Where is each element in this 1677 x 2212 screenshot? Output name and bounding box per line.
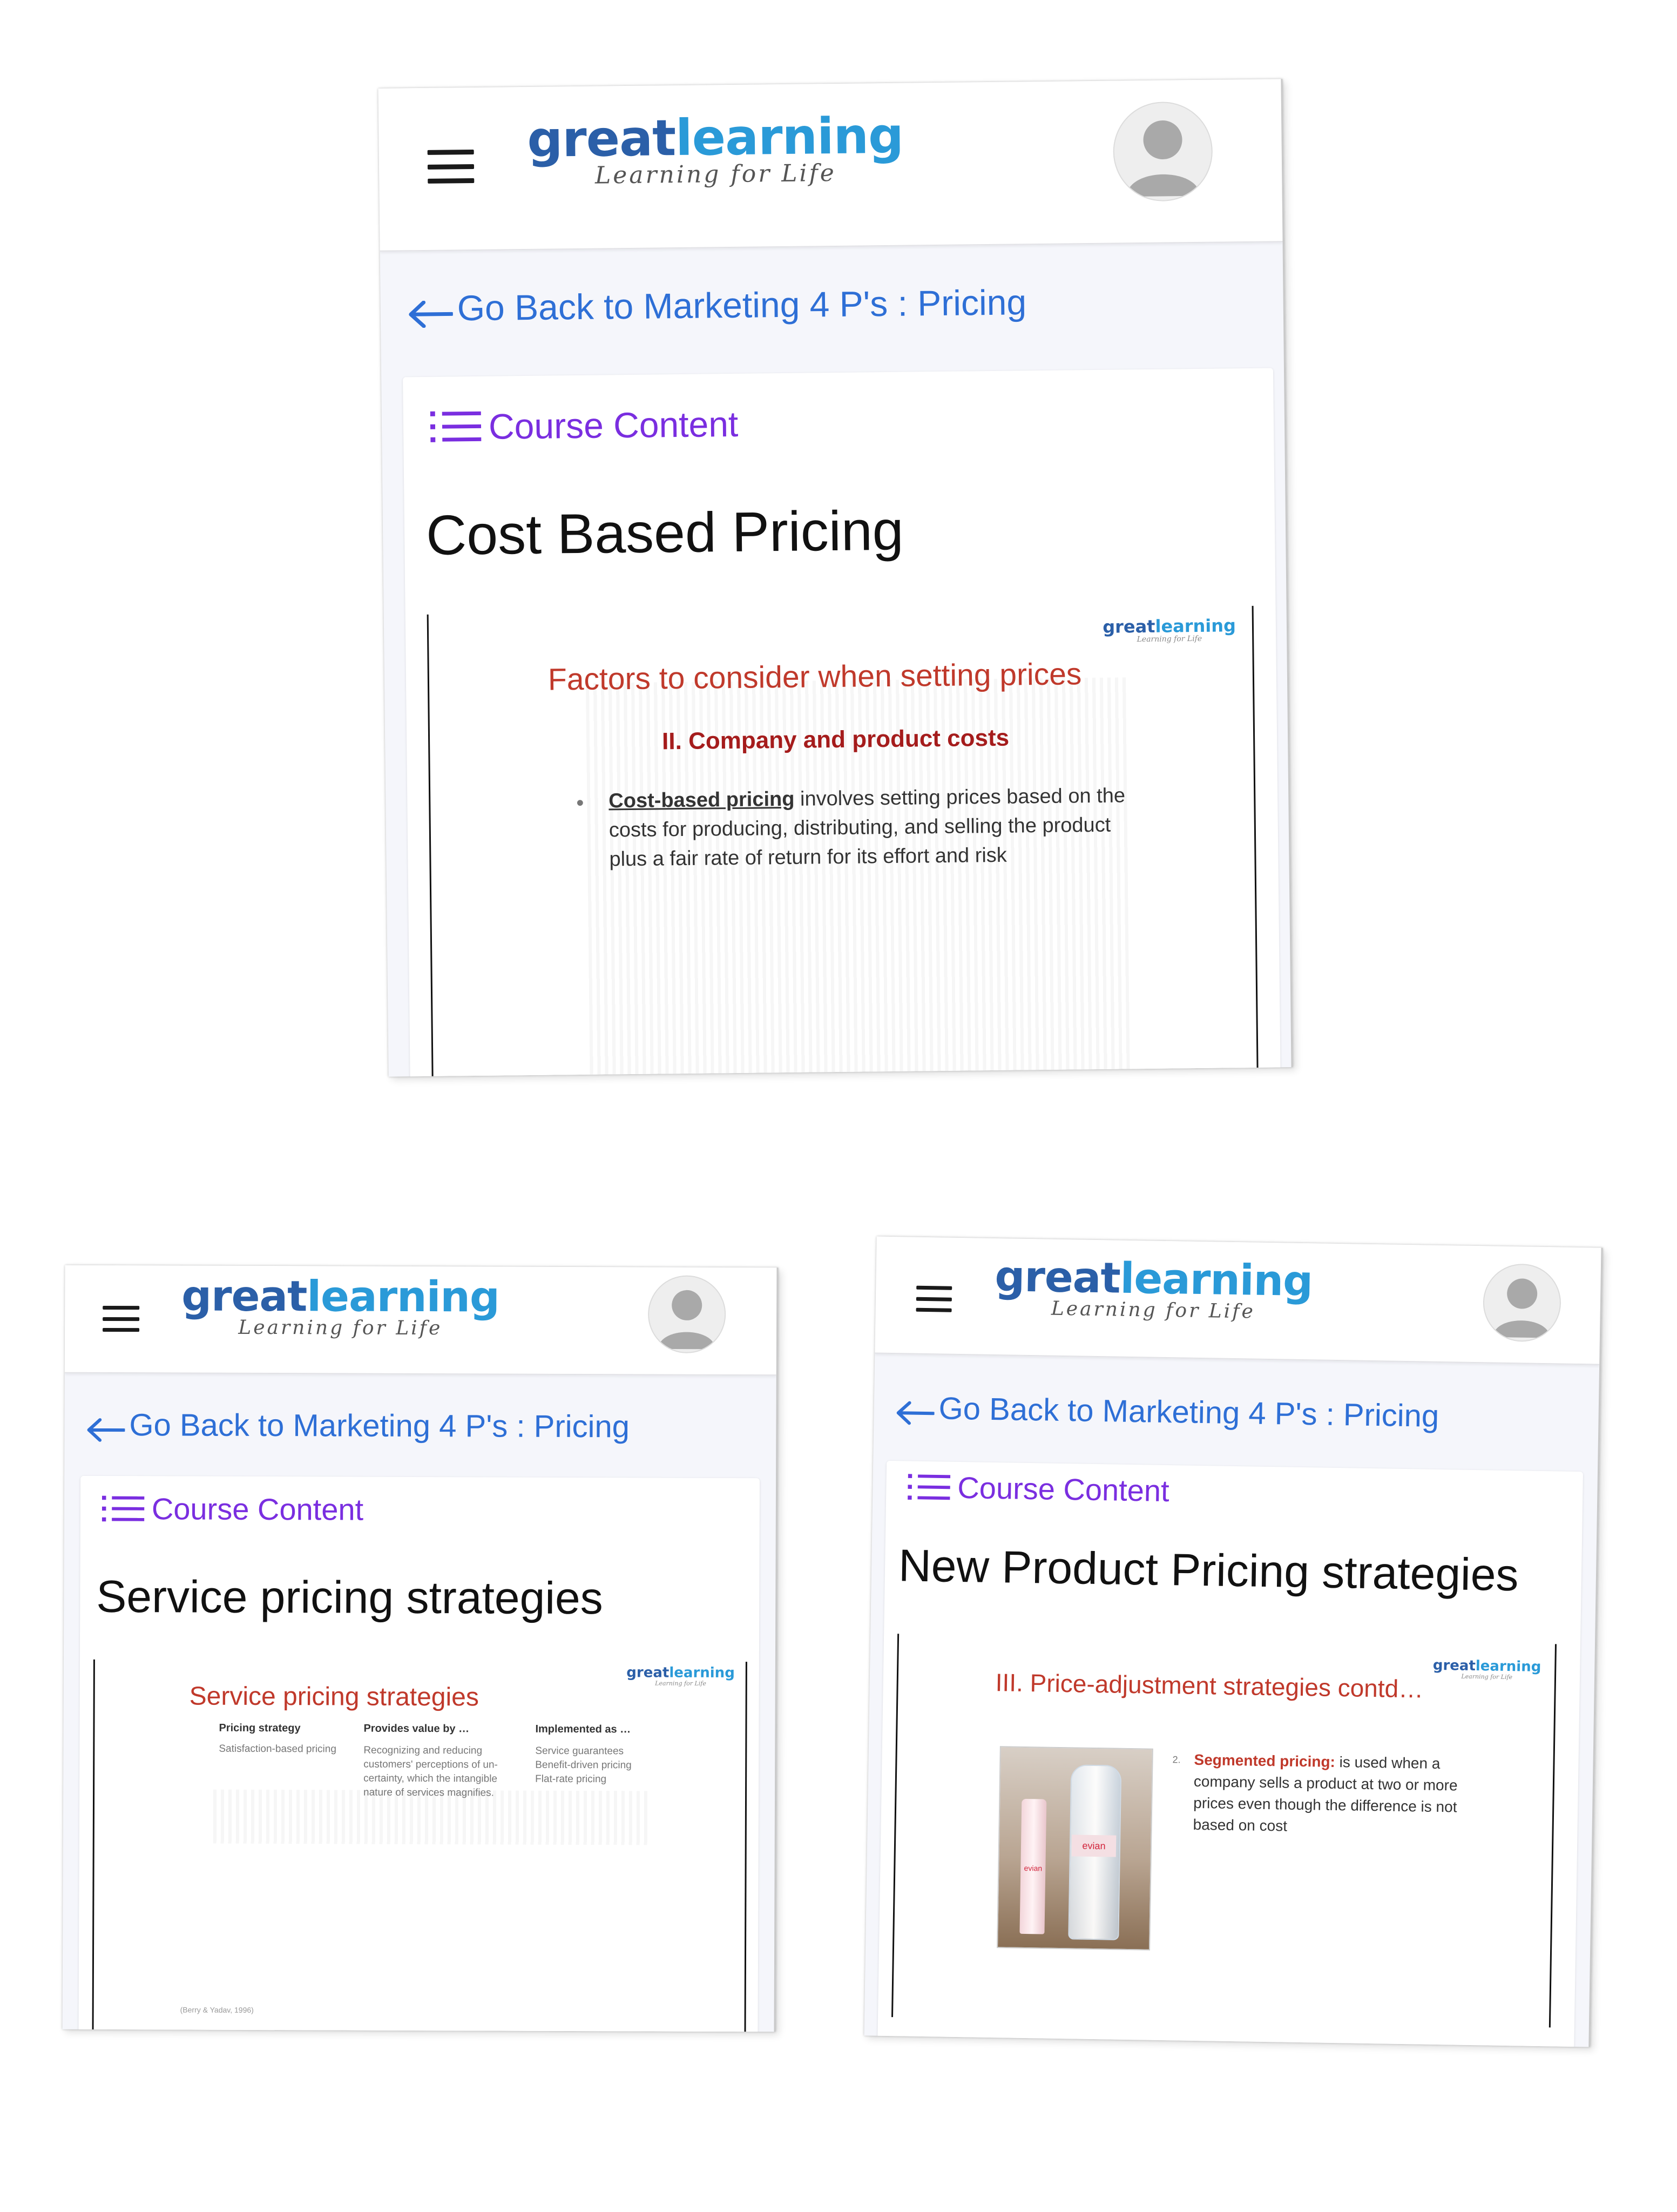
slide-image: greatlearning Learning for Life III. Pri…: [891, 1634, 1557, 2028]
slide-heading: Service pricing strategies: [189, 1682, 479, 1712]
bottle-brand-label: evian: [1071, 1835, 1117, 1857]
item-term: Segmented pricing:: [1194, 1751, 1336, 1770]
screenshot-service-pricing-strategies: greatlearning Learning for Life Go Back …: [62, 1265, 779, 2032]
slide-bullet-paragraph: Cost-based pricing involves setting pric…: [608, 781, 1128, 874]
content-card: Course Content Cost Based Pricing greatl…: [403, 368, 1281, 1077]
slide-logo-learning: learning: [669, 1664, 735, 1682]
back-to-pricing-link[interactable]: Go Back to Marketing 4 P's : Pricing: [895, 1390, 1439, 1434]
logo-text-learning: learning: [307, 1272, 499, 1322]
list-icon: [908, 1472, 951, 1502]
list-icon: [430, 409, 483, 445]
content-card: Course Content Service pricing strategie…: [78, 1475, 760, 2032]
slide-logo-great: great: [1432, 1657, 1476, 1675]
page-title: Service pricing strategies: [96, 1570, 603, 1624]
hamburger-menu-icon[interactable]: [427, 149, 475, 184]
course-content-label: Course Content: [151, 1492, 364, 1527]
screenshot-cost-based-pricing: greatlearning Learning for Life Go Back …: [378, 79, 1293, 1077]
logo-text-great: great: [526, 109, 676, 168]
slide-logo-learning: learning: [1155, 615, 1236, 637]
page-title: New Product Pricing strategies: [898, 1540, 1519, 1601]
course-content-link[interactable]: Course Content: [908, 1469, 1169, 1508]
column-header: Pricing strategy: [219, 1722, 301, 1735]
greatlearning-logo[interactable]: greatlearning Learning for Life: [181, 1272, 499, 1339]
logo-text-great: great: [181, 1272, 307, 1321]
page-title: Cost Based Pricing: [425, 499, 904, 567]
hamburger-menu-icon[interactable]: [916, 1285, 952, 1312]
spray-brand-label: evian: [1024, 1863, 1043, 1873]
arrow-left-icon: [407, 294, 454, 328]
user-avatar-icon[interactable]: [1482, 1263, 1562, 1343]
course-content-link[interactable]: Course Content: [102, 1491, 363, 1527]
app-header: greatlearning Learning for Life: [64, 1265, 777, 1376]
course-content-label: Course Content: [488, 403, 739, 447]
slide-image: greatlearning Learning for Life Factors …: [427, 605, 1259, 1077]
user-avatar-icon[interactable]: [647, 1275, 726, 1353]
course-content-label: Course Content: [957, 1470, 1170, 1508]
slide-logo-learning: learning: [1475, 1658, 1541, 1675]
back-to-pricing-link[interactable]: Go Back to Marketing 4 P's : Pricing: [407, 281, 1026, 329]
bullet-term: Cost-based pricing: [608, 787, 795, 813]
service-pricing-table: Pricing strategy Provides value by … Imp…: [219, 1722, 645, 1801]
slide-greatlearning-logo: greatlearning Learning for Life: [626, 1664, 735, 1687]
slide-heading: III. Price-adjustment strategies contd…: [995, 1668, 1424, 1703]
hamburger-menu-icon[interactable]: [103, 1305, 140, 1332]
greatlearning-logo[interactable]: greatlearning Learning for Life: [994, 1252, 1313, 1324]
slide-footnote: (Berry & Yadav, 1996): [180, 2005, 254, 2014]
slide-image: greatlearning Learning for Life Service …: [92, 1659, 747, 2032]
arrow-left-icon: [895, 1396, 935, 1425]
app-header: greatlearning Learning for Life: [875, 1236, 1601, 1365]
segmented-pricing-paragraph: Segmented pricing: is used when a compan…: [1193, 1749, 1475, 1840]
back-link-label: Go Back to Marketing 4 P's : Pricing: [938, 1391, 1439, 1434]
back-to-pricing-link[interactable]: Go Back to Marketing 4 P's : Pricing: [86, 1407, 630, 1445]
logo-text-learning: learning: [675, 106, 904, 167]
slide-heading: Factors to consider when setting prices: [547, 657, 1082, 697]
course-content-link[interactable]: Course Content: [430, 403, 739, 448]
logo-text-learning: learning: [1119, 1254, 1313, 1306]
content-card: Course Content New Product Pricing strat…: [877, 1460, 1584, 2047]
slide-greatlearning-logo: greatlearning Learning for Life: [1432, 1657, 1541, 1681]
arrow-left-icon: [86, 1413, 126, 1442]
greatlearning-logo[interactable]: greatlearning Learning for Life: [526, 107, 904, 190]
table-header-row: Pricing strategy Provides value by … Imp…: [219, 1722, 645, 1745]
slide-logo-great: great: [1103, 616, 1155, 637]
product-photo-evian: evian evian: [997, 1746, 1153, 1951]
slide-logo-great: great: [626, 1664, 670, 1681]
slide-background-pattern: [213, 1789, 651, 1845]
logo-text-great: great: [994, 1252, 1121, 1303]
list-icon: [102, 1493, 145, 1523]
column-header: Implemented as …: [535, 1723, 631, 1736]
back-link-label: Go Back to Marketing 4 P's : Pricing: [457, 282, 1027, 328]
item-number: 2.: [1172, 1754, 1181, 1765]
screenshot-new-product-pricing-strategies: greatlearning Learning for Life Go Back …: [864, 1236, 1603, 2047]
back-link-label: Go Back to Marketing 4 P's : Pricing: [129, 1407, 630, 1445]
app-header: greatlearning Learning for Life: [378, 79, 1283, 252]
slide-greatlearning-logo: greatlearning Learning for Life: [1103, 615, 1236, 644]
user-avatar-icon[interactable]: [1112, 101, 1213, 202]
column-header: Provides value by …: [363, 1722, 470, 1735]
bullet-icon: •: [576, 791, 584, 815]
slide-subheading: II. Company and product costs: [661, 724, 1010, 755]
